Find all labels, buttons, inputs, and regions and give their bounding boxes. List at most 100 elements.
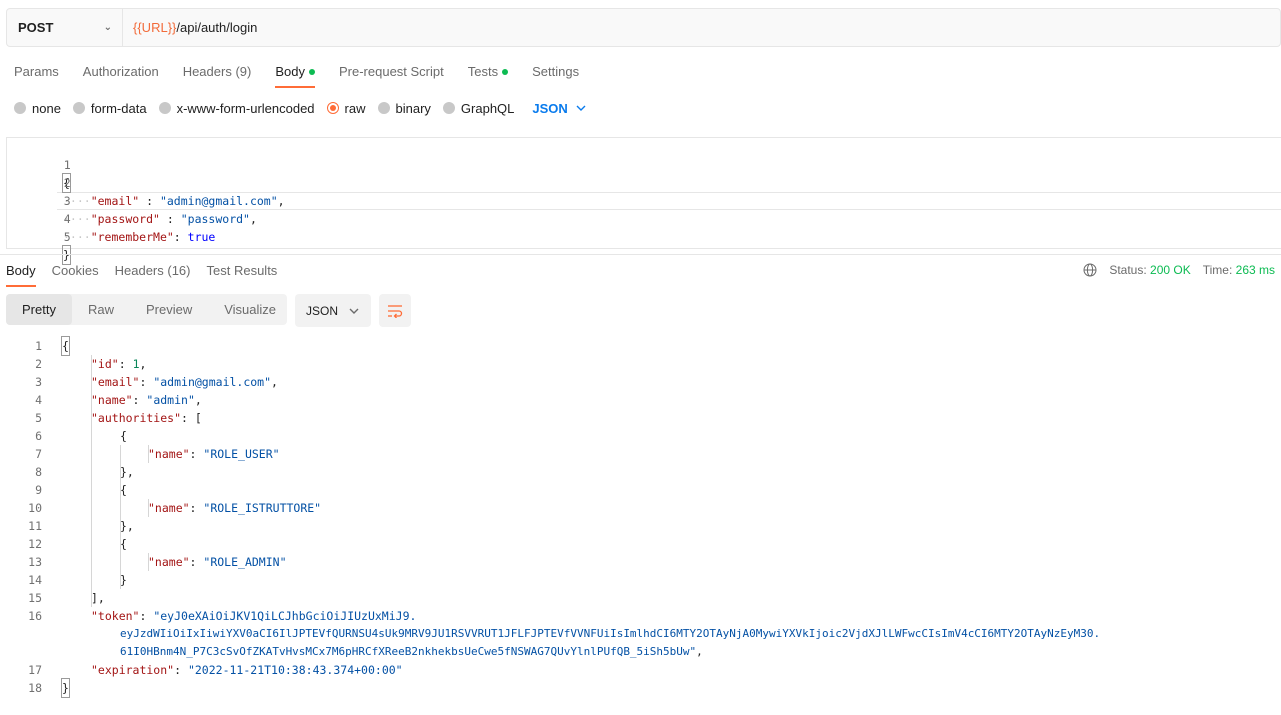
url-input[interactable]: {{URL}}/api/auth/login: [123, 20, 257, 35]
radio-form-data[interactable]: form-data: [72, 100, 147, 116]
tab-authorization[interactable]: Authorization: [83, 64, 159, 88]
radio-binary[interactable]: binary: [377, 100, 431, 116]
response-format-select[interactable]: JSON: [295, 294, 371, 327]
response-body-viewer[interactable]: 1{ 2 "id": 1, 3 "email": "admin@gmail.com"…: [6, 336, 1281, 698]
url-variable: {{URL}}: [133, 20, 177, 35]
json-value: "2022-11-21T10:38:43.374+00:00": [187, 663, 403, 677]
code-text: {: [61, 336, 70, 356]
line-number: 15: [28, 591, 42, 605]
line-number: 17: [28, 663, 42, 677]
globe-icon[interactable]: [1083, 263, 1097, 277]
radio-label: none: [32, 100, 61, 116]
radio-label: raw: [344, 100, 366, 116]
method-select[interactable]: POST ⌄: [7, 9, 123, 46]
code-text: {: [120, 537, 127, 551]
time-value[interactable]: 263 ms: [1236, 263, 1275, 277]
wrap-lines-button[interactable]: [379, 294, 411, 327]
view-visualize-button[interactable]: Visualize: [208, 294, 292, 325]
radio-label: x-www-form-urlencoded: [176, 100, 315, 116]
radio-icon: [14, 102, 26, 114]
json-punct: ,: [277, 194, 285, 208]
tab-response-body[interactable]: Body: [6, 263, 36, 287]
json-key: "email": [91, 375, 140, 389]
code-text: },: [120, 519, 134, 533]
tab-count: (9): [235, 64, 252, 79]
json-key: "name": [148, 555, 190, 569]
tab-settings[interactable]: Settings: [532, 64, 579, 88]
code-text: },: [120, 465, 134, 479]
json-key: "password": [90, 212, 160, 226]
line-number: 1: [63, 158, 71, 172]
view-pretty-button[interactable]: Pretty: [6, 294, 72, 325]
view-preview-button[interactable]: Preview: [130, 294, 208, 325]
radio-label: form-data: [90, 100, 147, 116]
radio-icon: [72, 102, 85, 114]
json-punct: [: [194, 411, 202, 425]
request-body-editor[interactable]: 1 { 2 ····"email" : "admin@gmail.com", 3…: [6, 137, 1281, 265]
tab-response-headers[interactable]: Headers (16): [115, 263, 191, 287]
code-line: 5 }: [7, 210, 71, 265]
tab-test-results[interactable]: Test Results: [207, 263, 278, 287]
radio-none[interactable]: none: [14, 101, 61, 116]
line-number: 14: [28, 573, 42, 587]
json-value: "eyJ0eXAiOiJKV1QiLCJhbGciOiJIUzUxMiJ9.: [153, 609, 417, 623]
tab-label: Settings: [532, 64, 580, 79]
line-number: 2: [35, 357, 42, 371]
tab-params[interactable]: Params: [14, 64, 59, 88]
radio-raw[interactable]: raw: [326, 100, 366, 116]
status-label: Status:: [1109, 263, 1147, 277]
tab-label: Cookies: [51, 263, 99, 278]
tab-pre-request-script[interactable]: Pre-request Script: [339, 64, 444, 88]
code-line: 4 ····"rememberMe": true: [7, 192, 215, 244]
line-number: 12: [28, 537, 42, 551]
method-label: POST: [18, 20, 54, 35]
json-key: "authorities": [91, 411, 182, 425]
json-key: "rememberMe": [90, 230, 174, 244]
json-key: "token": [91, 609, 140, 623]
json-sep: :: [159, 212, 181, 226]
json-key: "email": [90, 194, 140, 208]
tab-cookies[interactable]: Cookies: [52, 263, 99, 287]
json-value: 1: [132, 357, 140, 371]
chevron-down-icon: [349, 308, 359, 314]
tab-tests[interactable]: Tests: [468, 64, 509, 88]
raw-format-select[interactable]: JSON: [532, 100, 586, 116]
chevron-down-icon: ⌄: [103, 22, 112, 33]
line-number: 5: [63, 230, 71, 244]
response-tabs: Body Cookies Headers (16) Test Results: [6, 263, 293, 287]
status-value[interactable]: 200 OK: [1150, 263, 1191, 277]
json-value: "ROLE_USER": [203, 447, 280, 461]
line-number: 3: [35, 375, 42, 389]
line-number: 10: [28, 501, 42, 515]
tab-headers[interactable]: Headers (9): [183, 64, 252, 88]
tab-label: Params: [14, 64, 59, 79]
json-key: "name": [148, 501, 190, 515]
view-raw-button[interactable]: Raw: [72, 294, 130, 325]
tab-label: Headers: [114, 263, 164, 278]
json-key: "id": [91, 357, 119, 371]
line-number: 4: [63, 212, 71, 226]
tab-label: Headers: [182, 64, 232, 79]
line-number: 3: [63, 194, 71, 208]
tab-count: (16): [167, 263, 191, 278]
json-punct: ,: [249, 212, 257, 226]
request-url-bar: POST ⌄ {{URL}}/api/auth/login: [6, 8, 1281, 47]
json-key: "name": [91, 393, 133, 407]
radio-icon: [442, 102, 455, 114]
tab-label: Test Results: [206, 263, 278, 278]
json-value: 61I0HBnm4N_P7C3cSvOfZKATvHvsMCx7M6pHRCfX…: [120, 645, 697, 658]
pane-divider[interactable]: [0, 254, 1281, 255]
json-key: "name": [148, 447, 190, 461]
json-value: "ROLE_ISTRUTTORE": [203, 501, 322, 515]
radio-urlencoded[interactable]: x-www-form-urlencoded: [158, 100, 315, 116]
json-value: "password": [180, 212, 250, 226]
active-dot-icon: [502, 69, 509, 75]
line-number: 13: [28, 555, 42, 569]
tab-body[interactable]: Body: [275, 64, 315, 88]
radio-graphql[interactable]: GraphQL: [442, 101, 514, 116]
json-sep: :: [173, 230, 188, 244]
line-number: 8: [35, 465, 42, 479]
line-number: 1: [35, 339, 42, 353]
format-label: JSON: [532, 100, 568, 116]
radio-label: binary: [395, 100, 431, 116]
